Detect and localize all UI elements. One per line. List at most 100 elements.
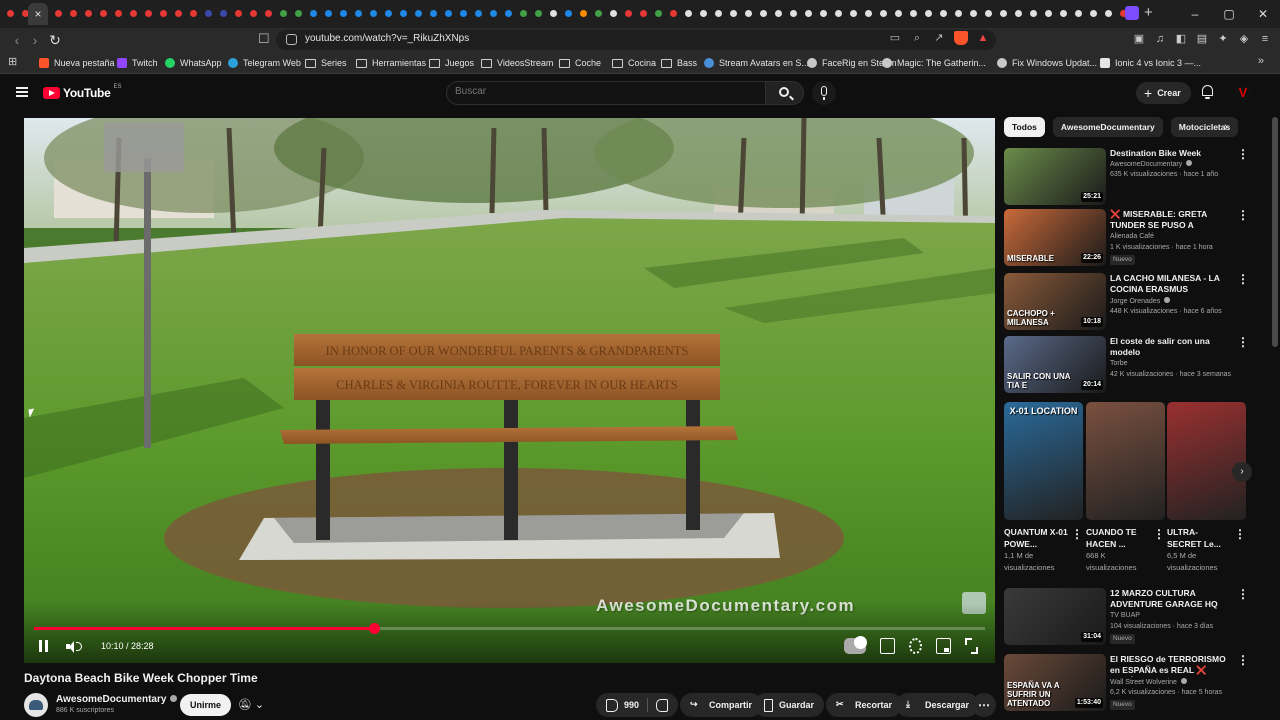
tab-favicon-icon[interactable] [682, 7, 695, 20]
tab-favicon-icon[interactable] [967, 7, 980, 20]
tab-favicon-icon[interactable] [952, 7, 965, 20]
recommended-video[interactable]: 31:04 12 MARZO CULTURA ADVENTURE GARAGE H… [1004, 588, 1252, 646]
media-icon[interactable]: ♫ [1153, 31, 1167, 47]
maximize-button[interactable]: ▢ [1212, 0, 1246, 28]
recommended-video[interactable]: SALIR CON UNA TIA E 20:14 El coste de sali… [1004, 336, 1252, 394]
close-window-button[interactable]: ✕ [1246, 0, 1280, 28]
bookmark-item[interactable]: Magic: The Gatherin... [882, 56, 986, 70]
video-thumbnail[interactable]: ESPAÑA VA A SUFRIR UN ATENTADO 1:53:40 [1004, 654, 1106, 711]
menu-icon[interactable] [16, 87, 28, 97]
join-button[interactable]: Unirme [180, 694, 232, 716]
channel-name[interactable]: Alienada Café [1110, 233, 1154, 240]
tab-favicon-icon[interactable] [442, 7, 455, 20]
tab-favicon-icon[interactable] [52, 7, 65, 20]
short-thumbnail[interactable]: X-01 LOCATION [1004, 402, 1083, 520]
tab-favicon-icon[interactable] [487, 7, 500, 20]
tab-favicon-icon[interactable] [4, 7, 17, 20]
save-button[interactable]: Guardar [754, 693, 825, 717]
tab-favicon-icon[interactable] [877, 7, 890, 20]
search-input[interactable] [455, 86, 755, 97]
chip-awesomedocumentary[interactable]: AwesomeDocumentary [1052, 117, 1163, 137]
video-title[interactable]: Destination Bike Week [1110, 148, 1234, 159]
tab-favicon-icon[interactable] [652, 7, 665, 20]
channel-name[interactable]: Wall Street Wolverine [1110, 678, 1187, 686]
more-vert-icon[interactable]: ⋮ [1153, 528, 1165, 540]
tab-favicon-icon[interactable] [427, 7, 440, 20]
tab-favicon-icon[interactable] [922, 7, 935, 20]
tab-favicon-icon[interactable] [562, 7, 575, 20]
page-scrollbar[interactable] [1272, 117, 1278, 347]
brave-shields-icon[interactable] [954, 31, 968, 45]
apps-grid-icon[interactable]: ⊞ [8, 56, 20, 68]
share-page-icon[interactable]: ↗ [932, 31, 946, 45]
tab-favicon-icon[interactable] [982, 7, 995, 20]
tab-favicon-icon[interactable] [457, 7, 470, 20]
more-vert-icon[interactable]: ⋮ [1237, 588, 1249, 600]
tab-favicon-icon[interactable] [517, 7, 530, 20]
more-bookmarks-icon[interactable]: » [1258, 55, 1264, 67]
tab-favicon-icon[interactable] [1102, 7, 1115, 20]
bookmark-item[interactable]: Series [305, 56, 347, 70]
more-vert-icon[interactable]: ⋮ [1237, 148, 1249, 160]
tab-favicon-icon[interactable] [97, 7, 110, 20]
bookmark-item[interactable]: VideosStream [481, 56, 553, 70]
short-title[interactable]: QUANTUM X-01 POWE... [1004, 526, 1068, 550]
tab-favicon-icon[interactable] [742, 7, 755, 20]
short-thumbnail[interactable] [1167, 402, 1246, 520]
tab-favicon-icon[interactable] [277, 7, 290, 20]
tab-favicon-icon[interactable] [997, 7, 1010, 20]
video-player[interactable]: IN HONOR OF OUR WONDERFUL PARENTS & GRAN… [24, 118, 995, 663]
bookmark-item[interactable]: Stream Avatars en S... [704, 56, 809, 70]
tab-favicon-icon[interactable] [817, 7, 830, 20]
forward-arrow-icon[interactable]: › [26, 31, 44, 49]
account-avatar[interactable]: V [1235, 85, 1251, 101]
bookmark-item[interactable]: Juegos [429, 56, 474, 70]
tab-favicon-icon[interactable] [847, 7, 860, 20]
recommended-video[interactable]: CACHOPO + MILANESA 10:18 LA CACHO MILANESA… [1004, 273, 1252, 331]
cast-icon[interactable]: ▭ [888, 31, 902, 45]
channel-name-wrap[interactable]: AwesomeDocumentary [56, 694, 178, 705]
tab-favicon-icon[interactable] [82, 7, 95, 20]
brave-rewards-icon[interactable]: ▲ [976, 31, 990, 45]
tab-favicon-icon[interactable] [1057, 7, 1070, 20]
tab-favicon-icon[interactable] [1012, 7, 1025, 20]
bookmark-item[interactable]: Ionic 4 vs Ionic 3 —... [1100, 56, 1201, 70]
tab-favicon-icon[interactable] [367, 7, 380, 20]
more-vert-icon[interactable]: ⋮ [1237, 336, 1249, 348]
zoom-icon[interactable]: ⌕ [910, 31, 924, 45]
bookmark-item[interactable]: Nueva pestaña [39, 56, 115, 70]
video-title[interactable]: LA CACHO MILANESA - LA COCINA ERASMUS [1110, 273, 1234, 295]
ai-icon[interactable]: ✦ [1216, 31, 1230, 47]
tab-favicon-icon[interactable] [1087, 7, 1100, 20]
extensions-icon[interactable]: ▤ [1195, 31, 1209, 47]
tab-favicon-icon[interactable] [307, 7, 320, 20]
bookmark-item[interactable]: Cocina [612, 56, 656, 70]
chips-next-icon[interactable]: › [1224, 121, 1228, 133]
video-thumbnail[interactable]: CACHOPO + MILANESA 10:18 [1004, 273, 1106, 330]
more-vert-icon[interactable]: ⋮ [1237, 209, 1249, 221]
menu-icon[interactable]: ≡ [1258, 31, 1272, 47]
tab-favicon-icon[interactable] [832, 7, 845, 20]
download-button[interactable]: ⤓ Descargar [896, 693, 980, 717]
tab-favicon-icon[interactable] [802, 7, 815, 20]
tab-favicon-icon[interactable] [472, 7, 485, 20]
video-title[interactable]: El coste de salir con una modelo [1110, 336, 1234, 358]
tab-favicon-icon[interactable] [697, 7, 710, 20]
tab-favicon-icon[interactable] [247, 7, 260, 20]
like-icon[interactable] [606, 698, 619, 712]
channel-name[interactable]: TV BUAP [1110, 612, 1140, 619]
tab-favicon-icon[interactable] [667, 7, 680, 20]
subscription-bell-button[interactable]: 🔕︎ ⌄ [231, 694, 271, 716]
more-vert-icon[interactable]: ⋮ [1071, 528, 1083, 540]
notifications-bell-icon[interactable] [1201, 85, 1214, 99]
chip-motocicletas[interactable]: Motocicletas [1170, 117, 1239, 137]
tab-favicon-icon[interactable] [757, 7, 770, 20]
short-thumbnail[interactable] [1086, 402, 1165, 520]
tab-favicon-icon[interactable] [502, 7, 515, 20]
active-tab-close-button[interactable]: × [28, 3, 48, 25]
more-actions-button[interactable]: ⋯ [972, 693, 996, 717]
bookmark-icon[interactable]: ☐ [258, 31, 270, 47]
video-thumbnail[interactable]: 25:21 [1004, 148, 1106, 205]
subtitles-icon[interactable] [880, 638, 895, 654]
tab-favicon-icon[interactable] [262, 7, 275, 20]
